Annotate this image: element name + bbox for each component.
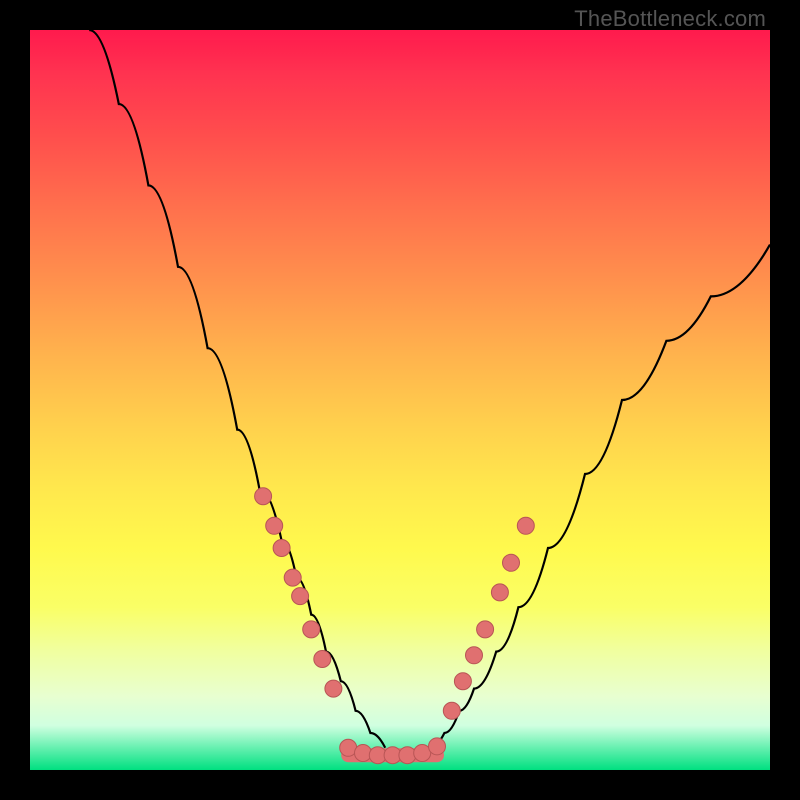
curve-right-branch — [430, 245, 770, 748]
data-dot — [399, 747, 416, 764]
data-dot — [284, 569, 301, 586]
data-dots — [255, 488, 535, 764]
data-dot — [325, 680, 342, 697]
data-dot — [491, 584, 508, 601]
curve-left-branch — [89, 30, 385, 748]
chart-frame: TheBottleneck.com — [0, 0, 800, 800]
data-dot — [314, 651, 331, 668]
data-dot — [355, 744, 372, 761]
data-dot — [255, 488, 272, 505]
data-dot — [443, 702, 460, 719]
data-dot — [429, 738, 446, 755]
data-dot — [503, 554, 520, 571]
data-dot — [303, 621, 320, 638]
data-dot — [517, 517, 534, 534]
plot-area — [30, 30, 770, 770]
data-dot — [454, 673, 471, 690]
data-dot — [466, 647, 483, 664]
data-dot — [273, 540, 290, 557]
data-dot — [477, 621, 494, 638]
watermark-text: TheBottleneck.com — [574, 6, 766, 32]
data-dot — [266, 517, 283, 534]
data-dot — [292, 588, 309, 605]
curve-layer — [30, 30, 770, 770]
